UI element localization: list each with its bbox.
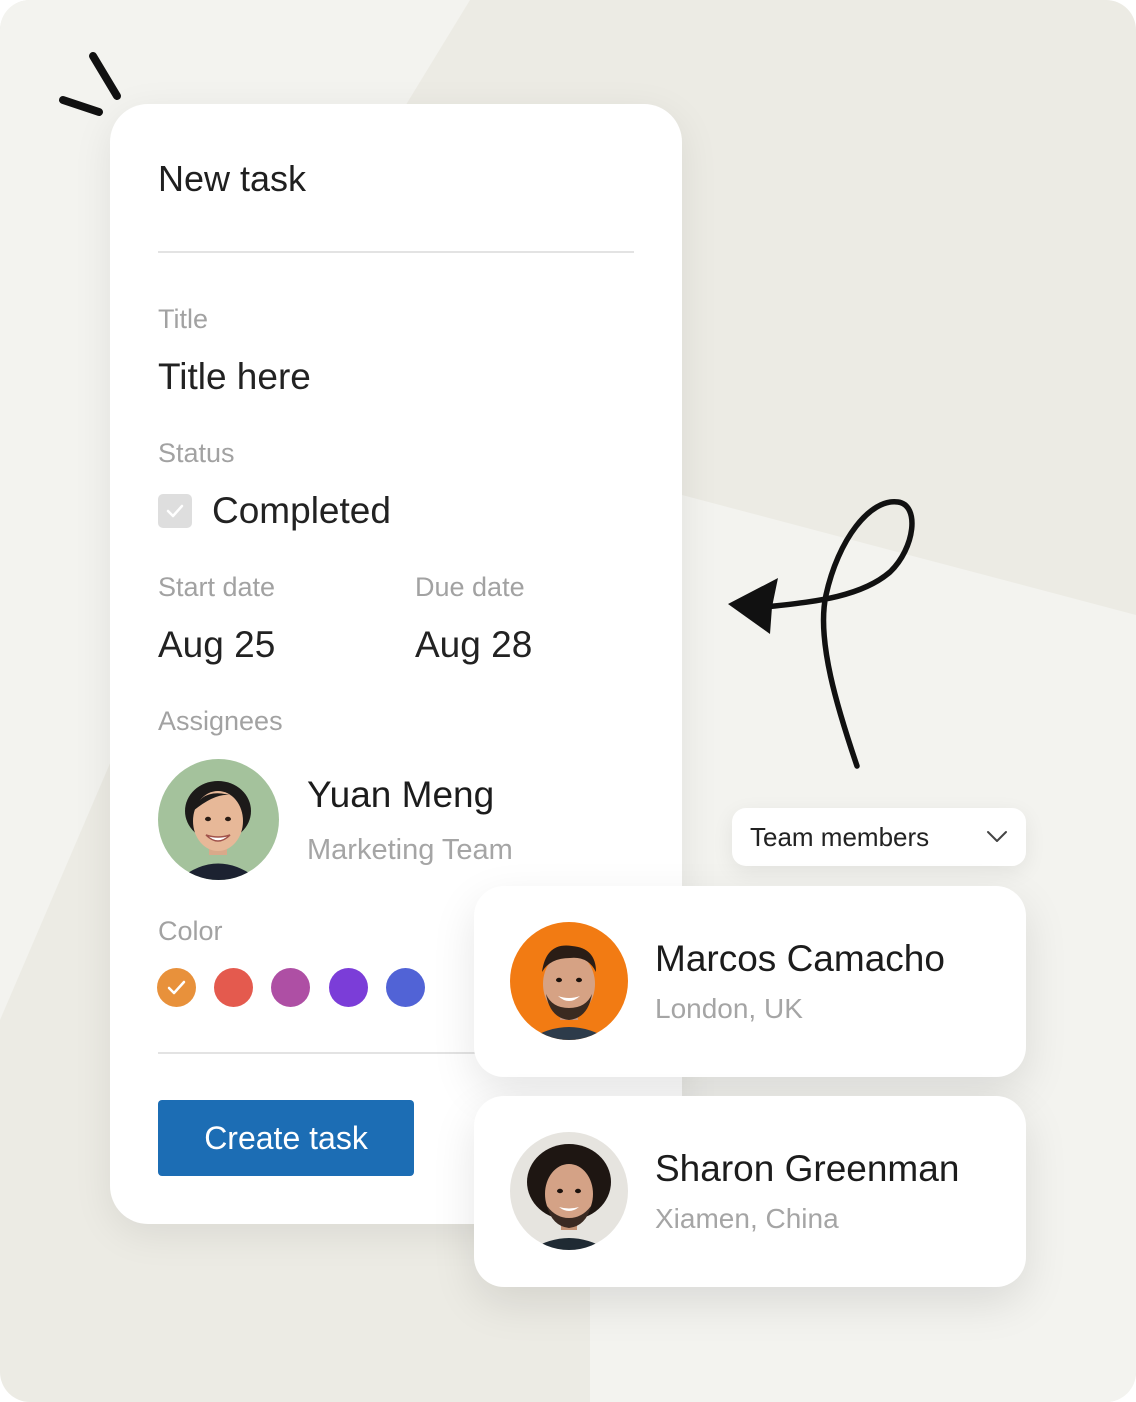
color-swatch-blue[interactable] [386, 968, 425, 1007]
assignees-label: Assignees [158, 706, 283, 736]
canvas: New task Title Title here Status Complet… [0, 0, 1136, 1402]
assignee-name: Yuan Meng [307, 774, 495, 815]
person-avatar-icon [528, 945, 610, 1040]
avatar-sharon-greenman [510, 1132, 628, 1250]
color-label: Color [158, 916, 223, 946]
assignee-team: Marketing Team [307, 834, 513, 866]
color-swatch-orange[interactable] [157, 968, 196, 1007]
header-divider [158, 251, 634, 253]
check-icon [167, 980, 186, 995]
member-location: Xiamen, China [655, 1203, 839, 1234]
due-date-label: Due date [415, 572, 525, 602]
start-date-value[interactable]: Aug 25 [158, 624, 275, 666]
member-location: London, UK [655, 993, 803, 1024]
check-icon [166, 504, 184, 518]
create-task-button[interactable]: Create task [158, 1100, 414, 1176]
arrow-doodle [728, 499, 915, 769]
status-label: Status [158, 438, 235, 468]
member-card-marcos-camacho[interactable]: Marcos Camacho London, UK [474, 886, 1026, 1077]
status-checkbox[interactable] [158, 494, 192, 528]
chevron-down-icon [987, 831, 1007, 842]
team-members-dropdown[interactable]: Team members [732, 808, 1026, 866]
dropdown-label: Team members [750, 821, 930, 852]
person-avatar-icon [527, 1144, 611, 1250]
member-name: Marcos Camacho [655, 938, 945, 979]
color-swatch-magenta[interactable] [271, 968, 310, 1007]
card-title: New task [158, 158, 307, 199]
avatar-marcos-camacho [510, 922, 628, 1040]
color-swatch-red[interactable] [214, 968, 253, 1007]
member-name: Sharon Greenman [655, 1148, 960, 1189]
member-card-sharon-greenman[interactable]: Sharon Greenman Xiamen, China [474, 1096, 1026, 1287]
title-input[interactable]: Title here [158, 356, 311, 398]
person-avatar-icon [178, 781, 259, 880]
due-date-value[interactable]: Aug 28 [415, 624, 532, 666]
status-value[interactable]: Completed [212, 490, 391, 532]
title-label: Title [158, 304, 209, 334]
avatar-yuan-meng[interactable] [158, 759, 279, 880]
color-swatch-purple[interactable] [329, 968, 368, 1007]
start-date-label: Start date [158, 572, 276, 602]
